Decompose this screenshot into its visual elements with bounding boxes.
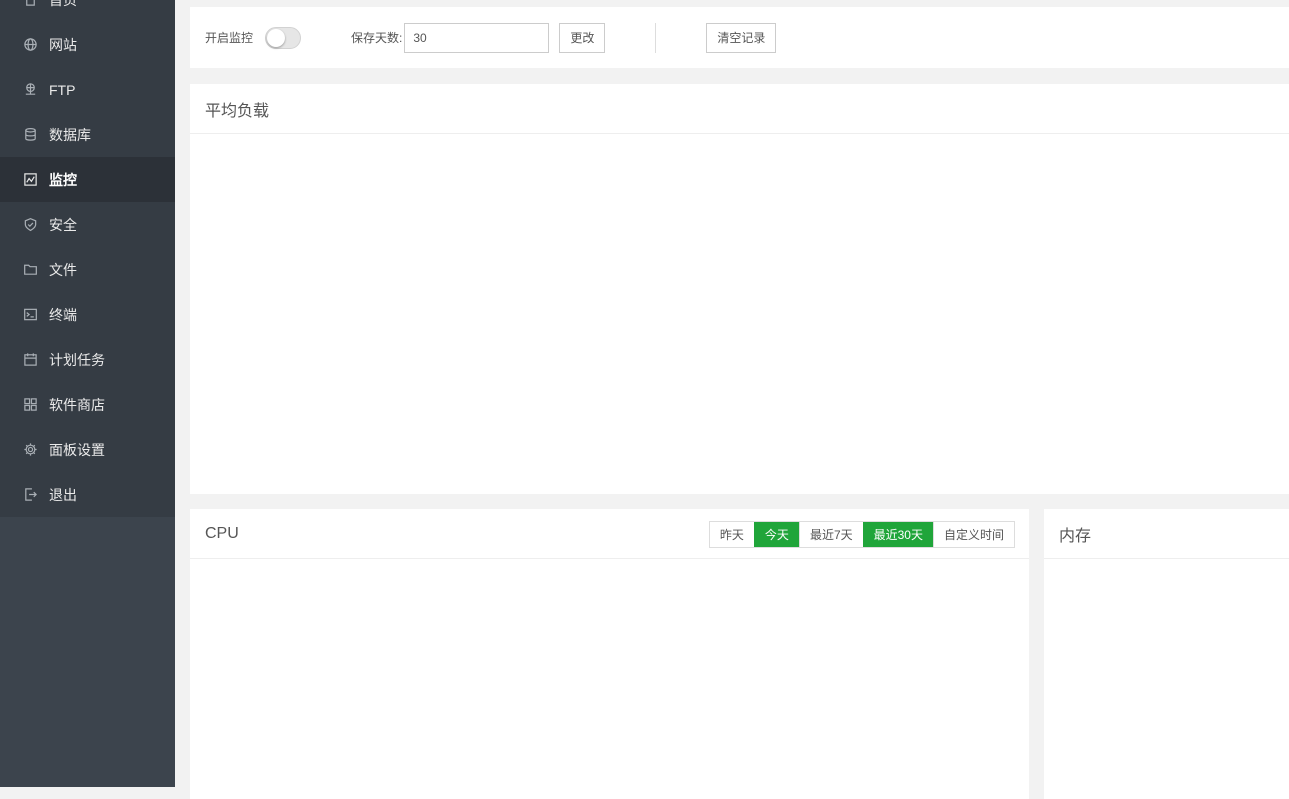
memory-title: 内存 — [1044, 509, 1289, 559]
sidebar-item-label: 安全 — [49, 215, 77, 235]
gear-icon — [22, 442, 38, 458]
save-days-label: 保存天数: — [351, 29, 402, 46]
database-icon — [22, 127, 38, 143]
monitor-toggle-label: 开启监控 — [205, 29, 253, 46]
ftp-icon — [22, 82, 38, 98]
cpu-panel: CPU 昨天 今天 最近7天 最近30天 自定义时间 — [190, 509, 1029, 799]
clear-records-button[interactable]: 清空记录 — [706, 23, 776, 53]
sidebar-item-label: 文件 — [49, 260, 77, 280]
terminal-icon — [22, 307, 38, 323]
toolbar-divider — [655, 23, 656, 53]
sidebar-item-label: 计划任务 — [49, 350, 105, 370]
range-custom[interactable]: 自定义时间 — [933, 522, 1014, 547]
range-yesterday[interactable]: 昨天 — [710, 522, 754, 547]
change-button[interactable]: 更改 — [559, 23, 605, 53]
cpu-time-range: 昨天 今天 最近7天 最近30天 自定义时间 — [709, 521, 1015, 548]
shield-icon — [22, 217, 38, 233]
range-last-30-days[interactable]: 最近30天 — [863, 522, 933, 547]
sidebar-item-label: FTP — [49, 82, 75, 98]
sidebar-item-settings[interactable]: 面板设置 — [0, 427, 175, 472]
sidebar-item-label: 首页 — [49, 0, 77, 10]
monitor-toolbar: 开启监控 保存天数: 更改 清空记录 — [190, 7, 1289, 68]
memory-panel: 内存 — [1044, 509, 1289, 799]
sidebar-item-label: 面板设置 — [49, 440, 105, 460]
logout-icon — [22, 487, 38, 503]
sidebar-item-security[interactable]: 安全 — [0, 202, 175, 247]
main-content: 开启监控 保存天数: 更改 清空记录 平均负载 CPU 昨天 今天 最近7天 最… — [190, 0, 1289, 787]
monitor-chart-icon — [22, 172, 38, 188]
sidebar-item-terminal[interactable]: 终端 — [0, 292, 175, 337]
range-today[interactable]: 今天 — [754, 522, 799, 547]
globe-icon — [22, 37, 38, 53]
folder-icon — [22, 262, 38, 278]
toggle-knob — [267, 29, 285, 47]
sidebar-item-label: 数据库 — [49, 125, 91, 145]
load-average-panel: 平均负载 — [190, 84, 1289, 494]
monitor-toggle[interactable] — [265, 27, 301, 49]
load-average-title: 平均负载 — [190, 84, 1289, 134]
grid-apps-icon — [22, 397, 38, 413]
sidebar-item-home[interactable]: 首页 — [0, 0, 175, 22]
sidebar-item-website[interactable]: 网站 — [0, 22, 175, 67]
home-icon — [22, 0, 38, 8]
sidebar-item-monitor[interactable]: 监控 — [0, 157, 175, 202]
sidebar-item-database[interactable]: 数据库 — [0, 112, 175, 157]
save-days-input[interactable] — [404, 23, 549, 53]
sidebar-item-store[interactable]: 软件商店 — [0, 382, 175, 427]
sidebar-item-label: 监控 — [49, 170, 77, 190]
sidebar-menu: 首页 网站 FTP 数据库 监控 — [0, 0, 175, 517]
sidebar: 首页 网站 FTP 数据库 监控 — [0, 0, 175, 787]
sidebar-item-files[interactable]: 文件 — [0, 247, 175, 292]
sidebar-item-cron[interactable]: 计划任务 — [0, 337, 175, 382]
calendar-icon — [22, 352, 38, 368]
sidebar-item-ftp[interactable]: FTP — [0, 67, 175, 112]
sidebar-item-label: 软件商店 — [49, 395, 105, 415]
sidebar-item-label: 网站 — [49, 35, 77, 55]
range-last-7-days[interactable]: 最近7天 — [799, 522, 863, 547]
sidebar-item-label: 退出 — [49, 485, 77, 505]
sidebar-item-label: 终端 — [49, 305, 77, 325]
sidebar-item-logout[interactable]: 退出 — [0, 472, 175, 517]
